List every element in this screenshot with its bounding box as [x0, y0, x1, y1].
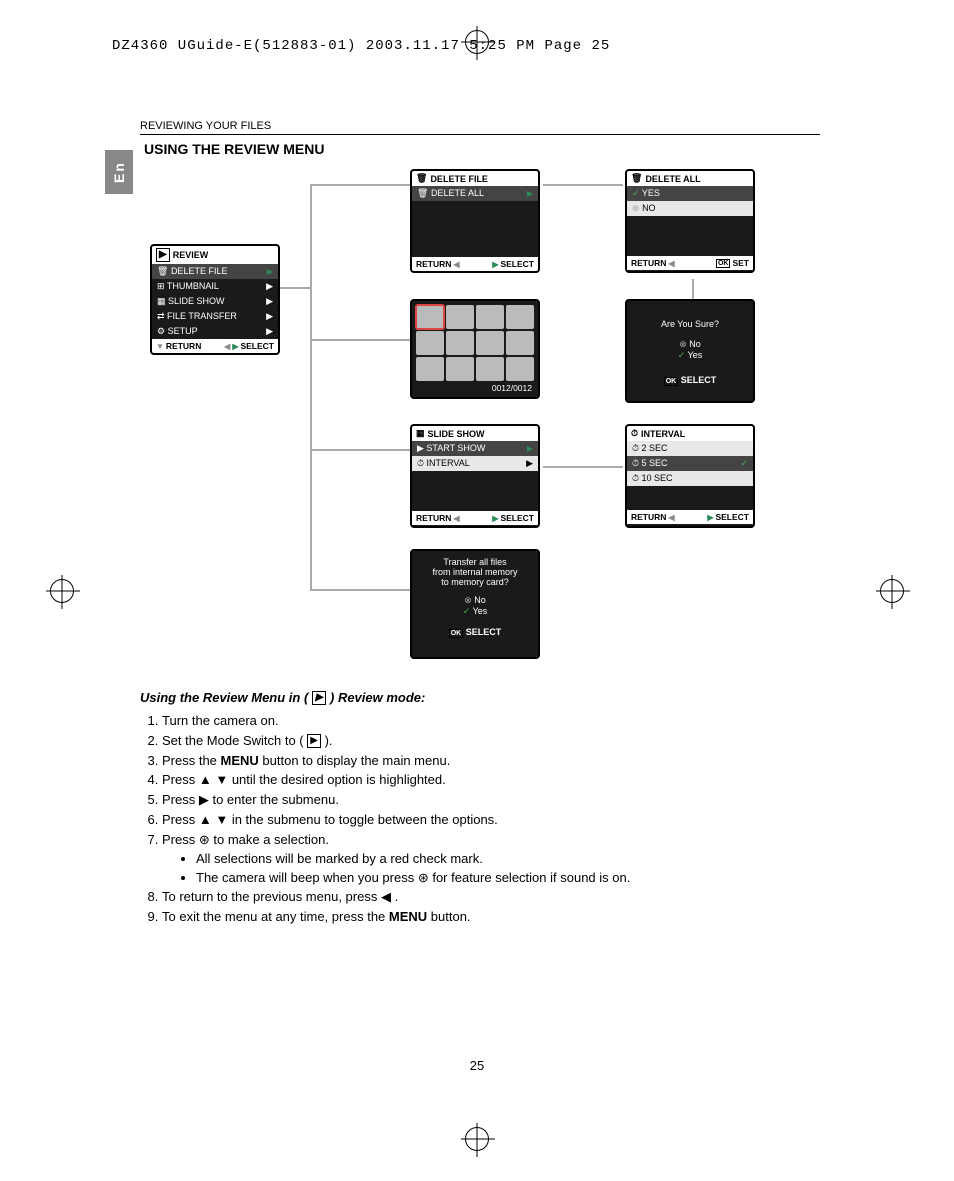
interval-item: ⏱ INTERVAL▶ — [412, 456, 538, 471]
thumbnail-cell — [476, 357, 504, 381]
review-menu-box: ▶REVIEW 🗑 DELETE FILE▶ ⊞ THUMBNAIL▶ ▦ SL… — [150, 244, 280, 355]
thumbnail-cell — [506, 331, 534, 355]
arrow-right-icon: ▶ — [199, 792, 209, 807]
thumbnail-cell — [476, 305, 504, 329]
thumbnail-cell — [506, 305, 534, 329]
instructions-section: Using the Review Menu in ( ▶ ) Review mo… — [140, 689, 820, 927]
interval-menu-box: ⏱INTERVAL ⏱ 2 SEC ⏱ 5 SEC✓ ⏱ 10 SEC RETU… — [625, 424, 755, 528]
menu-item-file-transfer: ⇄ FILE TRANSFER▶ — [152, 309, 278, 324]
thumbnail-cell — [416, 305, 444, 329]
step-8: To return to the previous menu, press ◀ … — [162, 888, 820, 907]
slideshow-footer: RETURN ◀▶ SELECT — [412, 511, 538, 525]
review-menu-title: ▶REVIEW — [152, 246, 278, 264]
step-5: Press ▶ to enter the submenu. — [162, 791, 820, 810]
delete-file-footer: RETURN ◀▶ SELECT — [412, 257, 538, 271]
delete-all-title: 🗑DELETE ALL — [627, 171, 753, 186]
menu-item-setup: ⚙ SETUP▶ — [152, 324, 278, 339]
thumbnail-cell — [476, 331, 504, 355]
ok-button-icon: ⊛ — [199, 832, 210, 847]
page-title: USING THE REVIEW MENU — [140, 141, 820, 157]
registration-mark-top — [465, 30, 489, 54]
step-1: Turn the camera on. — [162, 712, 820, 731]
menu-item-delete-file: 🗑 DELETE FILE▶ — [152, 264, 278, 279]
thumbnail-cell — [506, 357, 534, 381]
trash-icon: 🗑 — [631, 173, 642, 184]
ok-icon: OK — [716, 259, 731, 268]
thumbnail-cell — [416, 357, 444, 381]
delete-all-footer: RETURN ◀OK SET — [627, 256, 753, 270]
step-7-bullet-1: All selections will be marked by a red c… — [196, 850, 820, 869]
interval-title: ⏱INTERVAL — [627, 426, 753, 441]
trash-icon: 🗑 — [416, 173, 427, 184]
slideshow-icon: ▦ — [416, 428, 425, 439]
step-6: Press ▲ ▼ in the submenu to toggle betwe… — [162, 811, 820, 830]
step-2: Set the Mode Switch to ( ▶ ). — [162, 732, 820, 751]
registration-mark-right — [880, 579, 904, 603]
arrow-up-down-icon: ▲ ▼ — [199, 772, 228, 787]
confirm-footer: OK SELECT — [633, 375, 747, 385]
transfer-line3: to memory card? — [418, 577, 532, 587]
slideshow-title: ▦SLIDE SHOW — [412, 426, 538, 441]
confirm-yes: ✓ Yes — [633, 350, 747, 361]
document-header: DZ4360 UGuide-E(512883-01) 2003.11.17 5:… — [112, 38, 610, 54]
step-7: Press ⊛ to make a selection. All selecti… — [162, 831, 820, 888]
menu-item-slide-show: ▦ SLIDE SHOW▶ — [152, 294, 278, 309]
delete-all-item: 🗑 DELETE ALL▶ — [412, 186, 538, 201]
confirm-question: Are You Sure? — [633, 319, 747, 329]
step-9: To exit the menu at any time, press the … — [162, 908, 820, 927]
arrow-left-icon: ◀ — [381, 889, 391, 904]
delete-all-menu-box: 🗑DELETE ALL ✓ YES ⊗ NO RETURN ◀OK SET — [625, 169, 755, 273]
language-tab: En — [105, 150, 133, 194]
timer-icon: ⏱ — [631, 428, 638, 439]
confirm-no: ⊗ No — [633, 339, 747, 350]
ok-icon: OK — [449, 629, 464, 638]
interval-10sec: ⏱ 10 SEC — [627, 471, 753, 486]
transfer-line1: Transfer all files — [418, 557, 532, 567]
step-3: Press the MENU button to display the mai… — [162, 752, 820, 771]
thumbnail-screen: 0012/0012 — [410, 299, 540, 399]
thumbnail-cell — [446, 331, 474, 355]
thumbnail-cell — [446, 305, 474, 329]
instructions-lead: Using the Review Menu in ( ▶ ) Review mo… — [140, 689, 820, 708]
transfer-dialog: Transfer all files from internal memory … — [410, 549, 540, 659]
confirm-dialog: Are You Sure? ⊗ No ✓ Yes OK SELECT — [625, 299, 755, 403]
review-icon: ▶ — [156, 248, 170, 262]
registration-mark-bottom — [465, 1127, 489, 1151]
page-number: 25 — [470, 1058, 484, 1073]
step-4: Press ▲ ▼ until the desired option is hi… — [162, 771, 820, 790]
review-mode-icon: ▶ — [312, 691, 326, 705]
delete-all-no: ⊗ NO — [627, 201, 753, 216]
delete-file-title: 🗑DELETE FILE — [412, 171, 538, 186]
slideshow-menu-box: ▦SLIDE SHOW ▶ START SHOW▶ ⏱ INTERVAL▶ RE… — [410, 424, 540, 528]
thumbnail-cell — [416, 331, 444, 355]
thumbnail-cell — [446, 357, 474, 381]
review-mode-icon: ▶ — [307, 734, 321, 748]
transfer-yes: ✓ Yes — [418, 606, 532, 617]
ok-icon: OK — [664, 377, 679, 386]
menu-diagram: ▶REVIEW 🗑 DELETE FILE▶ ⊞ THUMBNAIL▶ ▦ SL… — [140, 169, 820, 669]
interval-2sec: ⏱ 2 SEC — [627, 441, 753, 456]
transfer-no: ⊗ No — [418, 595, 532, 606]
interval-footer: RETURN ◀▶ SELECT — [627, 510, 753, 524]
review-menu-footer: ▼RETURN◀ ▶ SELECT — [152, 339, 278, 353]
interval-5sec: ⏱ 5 SEC✓ — [627, 456, 753, 471]
transfer-line2: from internal memory — [418, 567, 532, 577]
arrow-up-down-icon: ▲ ▼ — [199, 812, 228, 827]
transfer-footer: OK SELECT — [418, 627, 532, 637]
start-show-item: ▶ START SHOW▶ — [412, 441, 538, 456]
menu-item-thumbnail: ⊞ THUMBNAIL▶ — [152, 279, 278, 294]
registration-mark-left — [50, 579, 74, 603]
thumbnail-counter: 0012/0012 — [416, 383, 534, 393]
delete-all-yes: ✓ YES — [627, 186, 753, 201]
breadcrumb: REVIEWING YOUR FILES — [140, 120, 820, 135]
step-7-bullet-2: The camera will beep when you press ⊛ fo… — [196, 869, 820, 888]
delete-file-menu-box: 🗑DELETE FILE 🗑 DELETE ALL▶ RETURN ◀▶ SEL… — [410, 169, 540, 273]
